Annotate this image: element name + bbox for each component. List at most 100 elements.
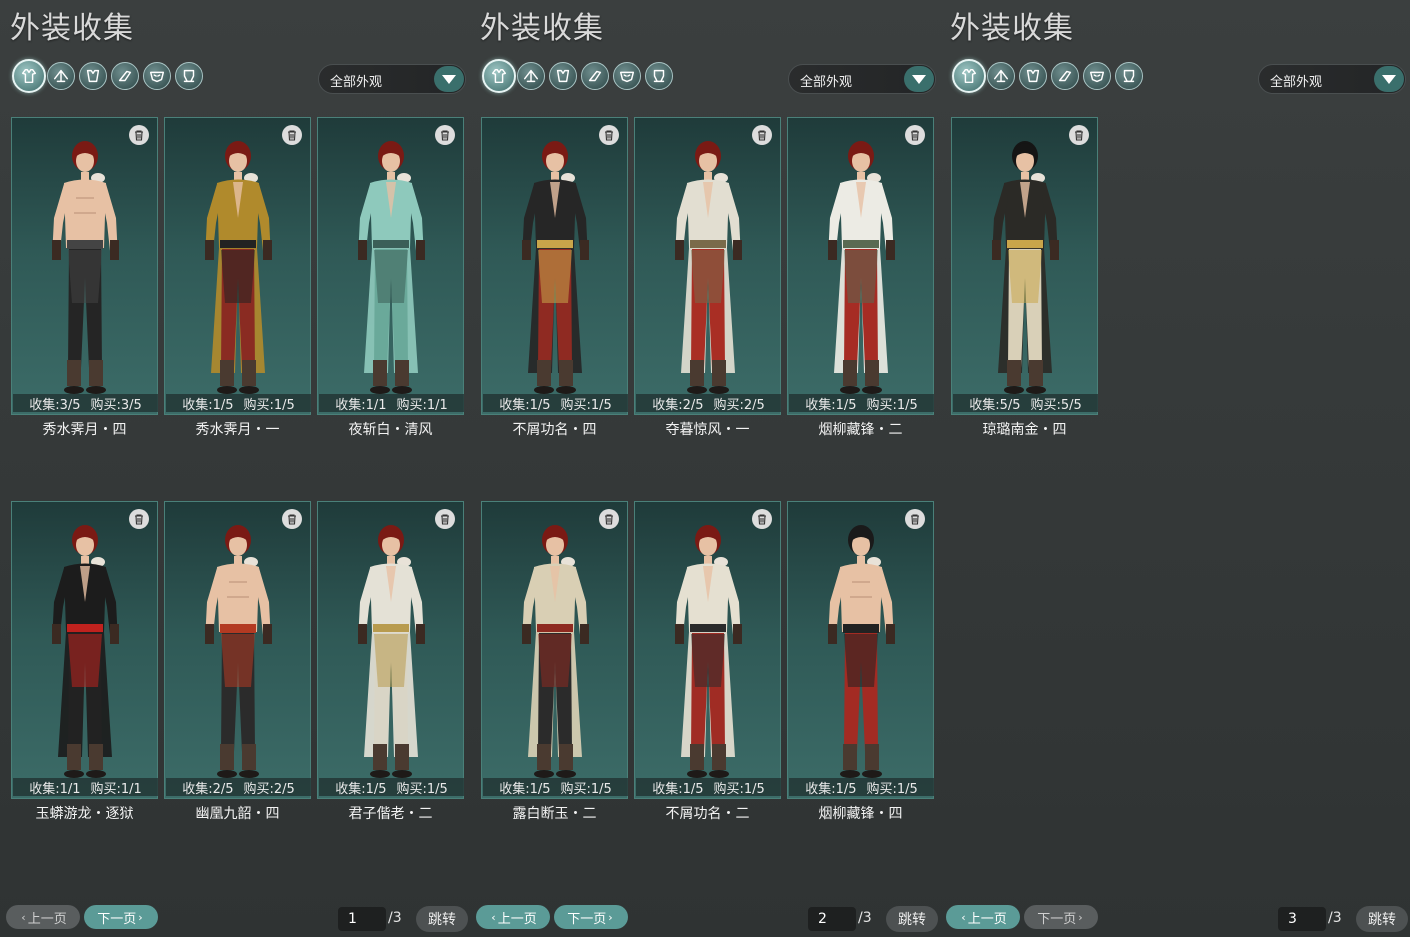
- chevron-right-icon: ›: [608, 910, 613, 924]
- next-page-button[interactable]: 下一页 ›: [84, 905, 158, 929]
- category-tab-shoe[interactable]: [111, 62, 139, 90]
- category-tab-hat[interactable]: [517, 62, 545, 90]
- trash-icon[interactable]: [752, 125, 772, 145]
- character-figure: [187, 512, 290, 782]
- filter-label: 全部外观: [1270, 75, 1323, 90]
- trash-icon[interactable]: [435, 125, 455, 145]
- trash-icon[interactable]: [1069, 125, 1089, 145]
- character-figure: [810, 512, 913, 782]
- page-number-input[interactable]: 3: [1278, 907, 1326, 931]
- mask-icon: [148, 67, 166, 85]
- collect-count: 收集:1/5: [805, 397, 857, 413]
- trash-icon[interactable]: [282, 509, 302, 529]
- outfit-card[interactable]: 收集:1/1 购买:1/1 夜斩白・清风: [317, 117, 464, 438]
- category-tab-pants[interactable]: [1115, 62, 1143, 90]
- top-icon: [1024, 67, 1042, 85]
- outfit-card[interactable]: 收集:1/5 购买:1/5 露白断玉・二: [481, 501, 628, 822]
- trash-icon[interactable]: [129, 125, 149, 145]
- outfit-name: 玉蟒游龙・逐狱: [35, 806, 134, 822]
- outfit-name: 夺暮惊风・一: [665, 422, 750, 438]
- buy-count: 购买:1/5: [866, 397, 918, 413]
- category-tab-mask[interactable]: [613, 62, 641, 90]
- buy-count: 购买:1/5: [713, 781, 765, 797]
- page-total: /3: [858, 910, 872, 926]
- appearance-filter-dropdown[interactable]: 全部外观: [1258, 64, 1406, 94]
- category-tab-shoe[interactable]: [1051, 62, 1079, 90]
- outfit-card[interactable]: 收集:1/5 购买:1/5 不屑功名・四: [481, 117, 628, 438]
- character-figure: [810, 128, 913, 398]
- trash-icon[interactable]: [435, 509, 455, 529]
- shoe-icon: [586, 67, 604, 85]
- appearance-filter-dropdown[interactable]: 全部外观: [788, 64, 936, 94]
- chevron-left-icon: ‹: [491, 910, 496, 924]
- category-tab-top[interactable]: [1019, 62, 1047, 90]
- pants-icon: [180, 67, 198, 85]
- trash-icon[interactable]: [599, 509, 619, 529]
- prev-page-button[interactable]: ‹ 上一页: [6, 905, 80, 929]
- page-number-input[interactable]: 1: [338, 907, 386, 931]
- category-tab-outfit[interactable]: [952, 59, 986, 93]
- category-tab-outfit[interactable]: [12, 59, 46, 93]
- outfit-name: 君子偕老・二: [348, 806, 433, 822]
- trash-icon[interactable]: [599, 125, 619, 145]
- outfit-name: 不屑功名・二: [665, 806, 750, 822]
- outfit-card[interactable]: 收集:2/5 购买:2/5 夺暮惊风・一: [634, 117, 781, 438]
- outfit-card[interactable]: 收集:1/5 购买:1/5 烟柳藏锋・二: [787, 117, 934, 438]
- category-tab-hat[interactable]: [987, 62, 1015, 90]
- jump-button[interactable]: 跳转: [1356, 906, 1408, 932]
- collection-panel: 外装收集 全部外观 收集:5/5 购买:5/5 琼璐南金・四 ‹ 上一页 下一页 › 3/3 跳转: [940, 0, 1410, 937]
- pagination: ‹ 上一页 下一页 › 1/3 跳转: [0, 905, 470, 932]
- outfit-card[interactable]: 收集:1/1 购买:1/1 玉蟒游龙・逐狱: [11, 501, 158, 822]
- prev-page-button[interactable]: ‹ 上一页: [476, 905, 550, 929]
- trash-icon[interactable]: [905, 509, 925, 529]
- filter-label: 全部外观: [800, 75, 853, 90]
- page-number-input[interactable]: 2: [808, 907, 856, 931]
- outfit-preview: 收集:1/5 购买:1/5: [481, 117, 628, 415]
- character-figure: [340, 128, 443, 398]
- outfit-preview: 收集:1/1 购买:1/1: [11, 501, 158, 799]
- category-tab-outfit[interactable]: [482, 59, 516, 93]
- pants-icon: [650, 67, 668, 85]
- outfit-card[interactable]: 收集:3/5 购买:3/5 秀水霁月・四: [11, 117, 158, 438]
- buy-count: 购买:1/5: [560, 781, 612, 797]
- category-tab-mask[interactable]: [143, 62, 171, 90]
- jump-button[interactable]: 跳转: [886, 906, 938, 932]
- appearance-filter-dropdown[interactable]: 全部外观: [318, 64, 466, 94]
- outfit-card[interactable]: 收集:1/5 购买:1/5 烟柳藏锋・四: [787, 501, 934, 822]
- jump-button[interactable]: 跳转: [416, 906, 468, 932]
- collection-stats: 收集:1/5 购买:1/5: [166, 394, 311, 413]
- chevron-right-icon: ›: [1078, 910, 1083, 924]
- character-figure: [657, 512, 760, 782]
- chevron-down-icon: [434, 66, 464, 92]
- collect-count: 收集:1/5: [499, 781, 551, 797]
- trash-icon[interactable]: [129, 509, 149, 529]
- next-page-button[interactable]: 下一页 ›: [554, 905, 628, 929]
- outfit-card[interactable]: 收集:1/5 购买:1/5 君子偕老・二: [317, 501, 464, 822]
- outfit-card[interactable]: 收集:1/5 购买:1/5 不屑功名・二: [634, 501, 781, 822]
- outfit-card[interactable]: 收集:5/5 购买:5/5 琼璐南金・四: [951, 117, 1098, 438]
- trash-icon[interactable]: [905, 125, 925, 145]
- collection-stats: 收集:2/5 购买:2/5: [636, 394, 781, 413]
- collect-count: 收集:1/5: [652, 781, 704, 797]
- category-tab-pants[interactable]: [645, 62, 673, 90]
- next-page-button[interactable]: 下一页 ›: [1024, 905, 1098, 929]
- outfit-card[interactable]: 收集:1/5 购买:1/5 秀水霁月・一: [164, 117, 311, 438]
- category-tab-top[interactable]: [79, 62, 107, 90]
- collection-stats: 收集:1/1 购买:1/1: [319, 394, 464, 413]
- trash-icon[interactable]: [752, 509, 772, 529]
- collection-stats: 收集:1/5 购买:1/5: [319, 778, 464, 797]
- outfit-name: 秀水霁月・四: [42, 422, 127, 438]
- buy-count: 购买:2/5: [713, 397, 765, 413]
- category-tab-mask[interactable]: [1083, 62, 1111, 90]
- outfit-preview: 收集:1/5 购买:1/5: [164, 117, 311, 415]
- hat-icon: [522, 67, 540, 85]
- category-tab-top[interactable]: [549, 62, 577, 90]
- outfit-card[interactable]: 收集:2/5 购买:2/5 幽凰九韶・四: [164, 501, 311, 822]
- category-tab-pants[interactable]: [175, 62, 203, 90]
- category-tab-hat[interactable]: [47, 62, 75, 90]
- next-page-label: 下一页: [1037, 911, 1077, 927]
- trash-icon[interactable]: [282, 125, 302, 145]
- prev-page-button[interactable]: ‹ 上一页: [946, 905, 1020, 929]
- category-tab-shoe[interactable]: [581, 62, 609, 90]
- character-figure: [504, 128, 607, 398]
